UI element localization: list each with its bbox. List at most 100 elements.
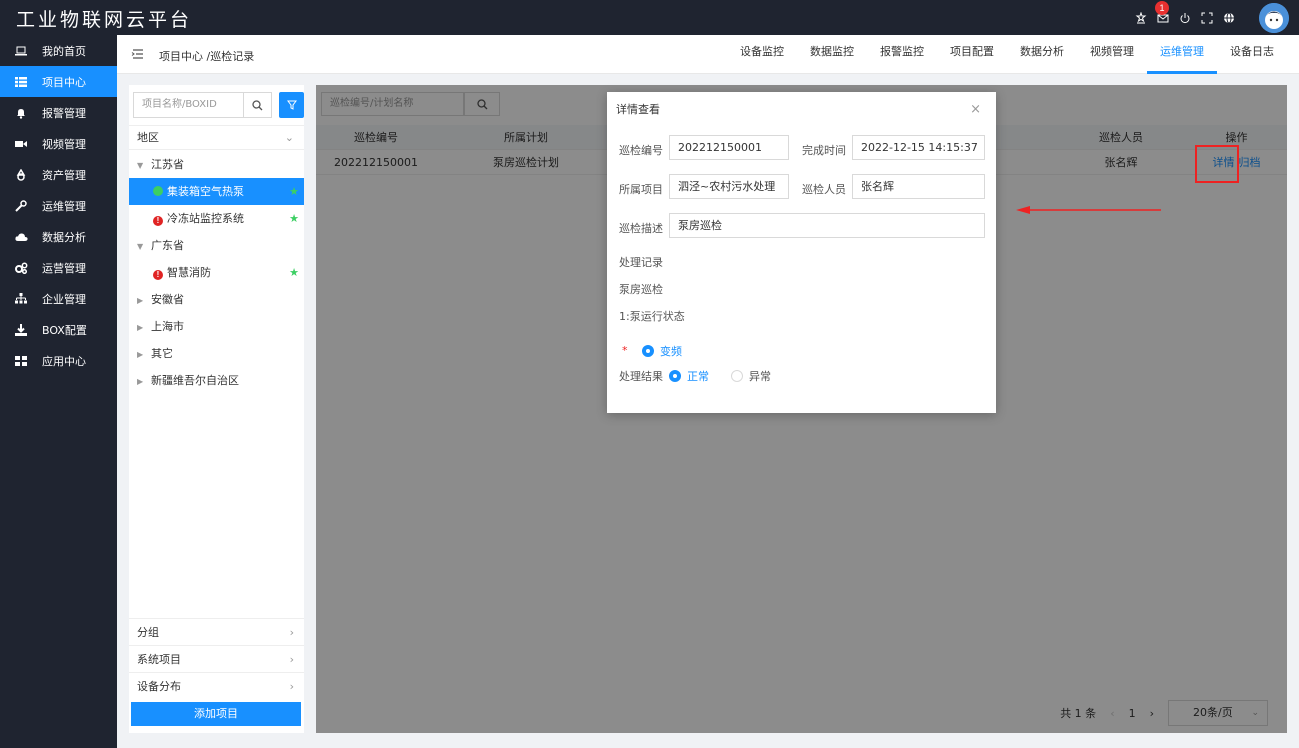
power-icon[interactable] — [1179, 12, 1191, 24]
tab-data-monitor[interactable]: 数据监控 — [797, 35, 867, 74]
tree-node-label: 集装箱空气热泵 — [167, 185, 244, 198]
star-icon[interactable]: ★ — [289, 178, 299, 205]
tree-node-label: 上海市 — [151, 320, 184, 333]
search-icon — [252, 99, 263, 110]
status-online-icon — [153, 186, 163, 196]
tab-project-config[interactable]: 项目配置 — [937, 35, 1007, 74]
sidebar-item-app-center[interactable]: 应用中心 — [0, 345, 117, 376]
sitemap-icon — [14, 292, 28, 306]
recycle-icon — [14, 168, 28, 182]
download-icon — [14, 323, 28, 337]
list-icon — [14, 75, 28, 89]
grid-icon — [14, 354, 28, 368]
caret-right-icon: ▶ — [137, 323, 144, 332]
sidebar-item-data-analysis[interactable]: 数据分析 — [0, 221, 117, 252]
group-section-group[interactable]: 分组 › — [129, 618, 304, 645]
radio-checked-icon — [642, 345, 654, 357]
sidebar-item-label: 运维管理 — [42, 199, 86, 213]
project-search-input[interactable]: 项目名称/BOXID — [133, 92, 243, 118]
tree-node-label: 广东省 — [151, 239, 184, 252]
top-header: 工业物联网云平台 1 — [0, 0, 1299, 35]
sidebar-item-home[interactable]: 我的首页 — [0, 35, 117, 66]
group-section-distribution[interactable]: 设备分布 › — [129, 672, 304, 699]
cert-icon[interactable] — [1135, 11, 1147, 24]
module-tabs: 设备监控 数据监控 报警监控 项目配置 数据分析 视频管理 运维管理 设备日志 — [727, 35, 1287, 74]
sidebar-item-label: 视频管理 — [42, 137, 86, 151]
caret-right-icon: ▶ — [137, 350, 144, 359]
tab-video[interactable]: 视频管理 — [1077, 35, 1147, 74]
region-dropdown[interactable]: 地区 ⌄ — [129, 125, 304, 150]
desc-field[interactable]: 泵房巡检 — [669, 213, 985, 238]
result-label: 处理结果 — [619, 370, 663, 383]
tree-node-label: 其它 — [151, 347, 173, 360]
id-label: 巡检编号 — [619, 144, 663, 157]
tree-node-project[interactable]: ! 冷冻站监控系统 ★ — [129, 205, 304, 232]
sidebar-item-label: 报警管理 — [42, 106, 86, 120]
tree-node-jiangsu[interactable]: ▼ 江苏省 — [129, 151, 304, 178]
tab-device-monitor[interactable]: 设备监控 — [727, 35, 797, 74]
group-section-system[interactable]: 系统项目 › — [129, 645, 304, 672]
star-icon[interactable]: ★ — [289, 259, 299, 286]
app-title: 工业物联网云平台 — [16, 9, 193, 31]
group-sections: 分组 › 系统项目 › 设备分布 › — [129, 618, 304, 699]
close-icon[interactable]: × — [970, 102, 981, 117]
video-icon — [14, 137, 28, 151]
tree-node-xinjiang[interactable]: ▶ 新疆维吾尔自治区 — [129, 367, 304, 394]
tree-node-project[interactable]: ! 智慧消防 ★ — [129, 259, 304, 286]
required-mark: * — [622, 344, 628, 357]
cloud-icon — [14, 230, 28, 244]
inspector-field[interactable]: 张名辉 — [852, 174, 985, 199]
tree-node-project[interactable]: 集装箱空气热泵 ★ — [129, 178, 304, 205]
annotation-arrow — [1016, 206, 1161, 214]
add-project-button[interactable]: 添加项目 — [131, 702, 301, 726]
record-section-title: 处理记录 — [619, 256, 663, 269]
sidebar-item-box-config[interactable]: BOX配置 — [0, 314, 117, 345]
filter-icon — [286, 100, 297, 110]
sidebar-item-project-center[interactable]: 项目中心 — [0, 66, 117, 97]
sidebar-item-label: 资产管理 — [42, 168, 86, 182]
mail-icon[interactable]: 1 — [1155, 0, 1169, 24]
tab-maintenance[interactable]: 运维管理 — [1147, 35, 1217, 74]
globe-icon[interactable] — [1223, 12, 1235, 24]
caret-down-icon: ▼ — [137, 242, 144, 251]
project-field[interactable]: 泗泾~农村污水处理 — [669, 174, 789, 199]
tree-node-guangdong[interactable]: ▼ 广东省 — [129, 232, 304, 259]
tree-node-anhui[interactable]: ▶ 安徽省 — [129, 286, 304, 313]
filter-button[interactable] — [279, 92, 304, 118]
desc-label: 巡检描述 — [619, 222, 663, 235]
option-label: 变频 — [660, 345, 682, 358]
finish-time-label: 完成时间 — [802, 144, 846, 157]
tab-device-log[interactable]: 设备日志 — [1217, 35, 1287, 74]
star-icon[interactable]: ★ — [289, 205, 299, 232]
sidebar-item-label: 我的首页 — [42, 44, 86, 58]
sidebar-item-operation[interactable]: 运营管理 — [0, 252, 117, 283]
wrench-icon — [14, 199, 28, 213]
tree-node-label: 安徽省 — [151, 293, 184, 306]
sidebar-item-maintenance[interactable]: 运维管理 — [0, 190, 117, 221]
project-label: 所属项目 — [619, 183, 663, 196]
tree-node-shanghai[interactable]: ▶ 上海市 — [129, 313, 304, 340]
sidebar-item-video[interactable]: 视频管理 — [0, 128, 117, 159]
option-variable-frequency[interactable]: 变频 — [642, 343, 682, 359]
sidebar-nav: 我的首页 项目中心 报警管理 视频管理 资产管理 运维管理 数据分析 运营管理 … — [0, 35, 117, 748]
sidebar-item-enterprise[interactable]: 企业管理 — [0, 283, 117, 314]
menu-toggle-icon[interactable] — [131, 47, 145, 61]
sidebar-item-label: 企业管理 — [42, 292, 86, 306]
fullscreen-icon[interactable] — [1201, 12, 1213, 24]
project-search-button[interactable] — [243, 92, 272, 118]
sidebar-item-asset[interactable]: 资产管理 — [0, 159, 117, 190]
sidebar-item-label: 应用中心 — [42, 354, 86, 368]
bell-icon — [14, 106, 28, 120]
finish-time-field[interactable]: 2022-12-15 14:15:37 — [852, 135, 985, 160]
result-abnormal-radio[interactable]: 异常 — [731, 368, 771, 384]
sidebar-item-alarm[interactable]: 报警管理 — [0, 97, 117, 128]
record-name: 泵房巡检 — [619, 283, 663, 296]
result-normal-radio[interactable]: 正常 — [669, 368, 709, 384]
id-field[interactable]: 202212150001 — [669, 135, 789, 160]
tree-node-other[interactable]: ▶ 其它 — [129, 340, 304, 367]
tab-alarm-monitor[interactable]: 报警监控 — [867, 35, 937, 74]
tab-data-analysis[interactable]: 数据分析 — [1007, 35, 1077, 74]
region-label: 地区 — [137, 131, 159, 144]
user-avatar[interactable] — [1259, 2, 1289, 33]
sidebar-item-label: 运营管理 — [42, 261, 86, 275]
